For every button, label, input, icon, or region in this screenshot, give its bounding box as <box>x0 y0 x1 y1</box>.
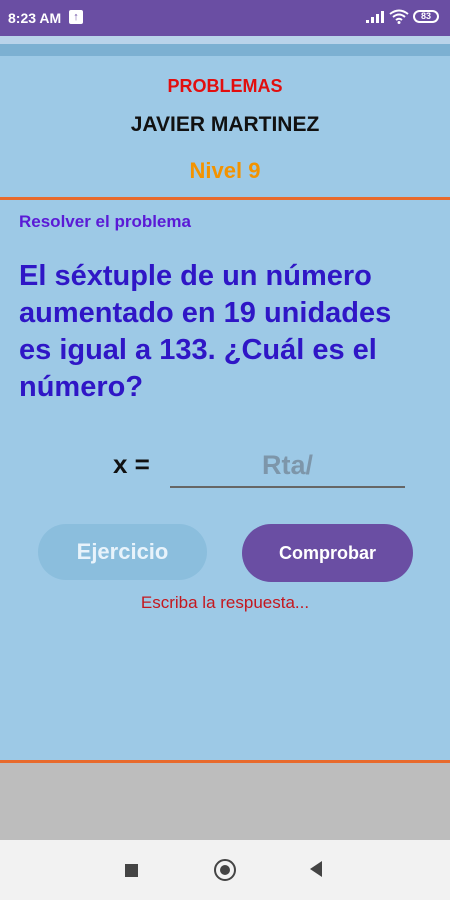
instruction-text: Resolver el problema <box>19 212 191 231</box>
level-label: Nivel 9 <box>189 158 261 183</box>
problem-text: El séxtuple de un número aumentado en 19… <box>19 260 392 403</box>
status-time: 8:23 AM <box>8 10 62 26</box>
recent-apps-icon[interactable] <box>125 864 138 877</box>
battery-icon: 83 <box>413 10 439 23</box>
exercise-button[interactable]: Ejercicio <box>38 524 207 580</box>
upload-notification-icon: ↑ <box>69 10 83 24</box>
feedback-message: Escriba la respuesta... <box>140 593 310 612</box>
app-bar-strip-secondary <box>0 44 450 56</box>
answer-variable-label: x = <box>113 449 150 479</box>
page-title: PROBLEMAS <box>167 76 283 96</box>
check-button[interactable]: Comprobar <box>242 524 413 582</box>
status-bar: 8:23 AM ↑ 83 <box>0 0 450 36</box>
app-bar-strip <box>0 36 450 44</box>
home-icon[interactable] <box>214 859 236 881</box>
back-icon[interactable] <box>310 861 322 877</box>
answer-input[interactable] <box>170 444 405 488</box>
signal-icon <box>366 11 384 23</box>
user-name: JAVIER MARTINEZ <box>130 113 320 136</box>
divider-top <box>0 197 450 200</box>
bottom-gray-area <box>0 763 450 840</box>
wifi-icon <box>389 9 409 24</box>
